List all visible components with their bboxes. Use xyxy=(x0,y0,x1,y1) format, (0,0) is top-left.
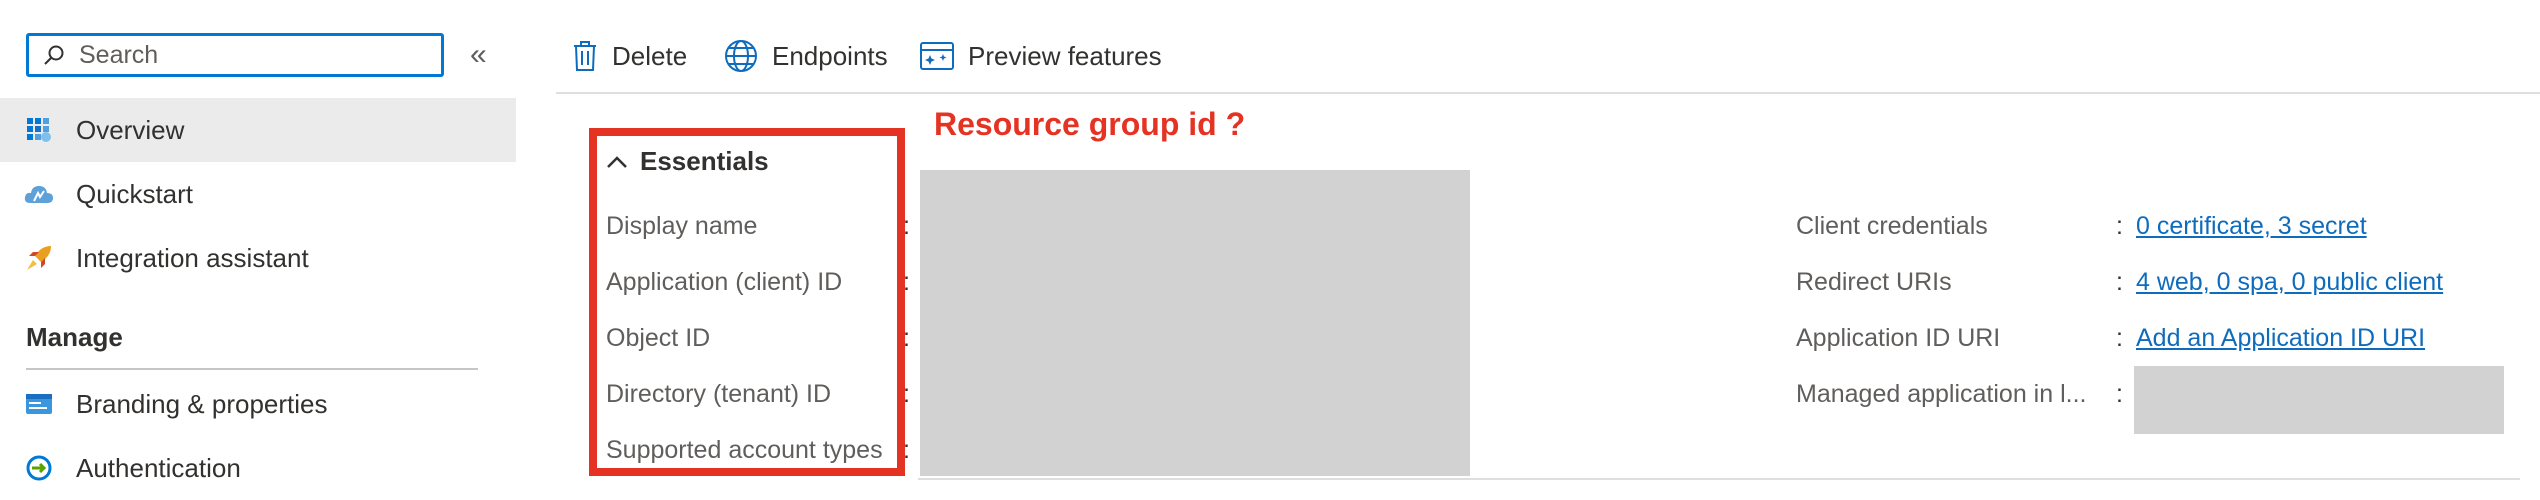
field-label-redirect-uris: Redirect URIs xyxy=(1796,268,1952,296)
field-label-app-id-uri: Application ID URI xyxy=(1796,324,2001,352)
sidebar-item-label: Integration assistant xyxy=(76,242,309,273)
essentials-bottom-divider xyxy=(918,478,2520,480)
annotation-text: Resource group id ? xyxy=(934,106,1246,142)
search-box[interactable] xyxy=(26,33,444,77)
field-colon: : xyxy=(2116,380,2123,408)
search-input[interactable] xyxy=(77,39,421,71)
globe-icon xyxy=(725,40,757,72)
collapse-sidebar-button[interactable]: « xyxy=(470,40,487,70)
sidebar: « Overview Quickstart xyxy=(0,0,516,494)
field-label-client-credentials: Client credentials xyxy=(1796,212,1988,240)
cloud-icon xyxy=(24,179,54,209)
search-icon xyxy=(44,45,64,65)
delete-button[interactable]: Delete xyxy=(572,36,687,76)
field-label-managed-app: Managed application in l... xyxy=(1796,380,2087,408)
overview-grid-icon xyxy=(24,115,54,145)
authentication-icon xyxy=(24,453,54,483)
preview-features-label: Preview features xyxy=(968,40,1162,71)
client-credentials-link[interactable]: 0 certificate, 3 secret xyxy=(2136,212,2367,241)
sidebar-item-integration-assistant[interactable]: Integration assistant xyxy=(0,226,516,290)
endpoints-label: Endpoints xyxy=(772,40,888,71)
sidebar-item-label: Branding & properties xyxy=(76,388,328,419)
sidebar-item-label: Quickstart xyxy=(76,178,194,209)
trash-icon xyxy=(574,41,596,71)
sidebar-item-label: Authentication xyxy=(76,452,241,483)
endpoints-button[interactable]: Endpoints xyxy=(724,36,888,76)
add-app-id-uri-link[interactable]: Add an Application ID URI xyxy=(2136,324,2425,353)
sidebar-item-overview[interactable]: Overview xyxy=(0,98,516,162)
field-colon: : xyxy=(2116,212,2123,240)
rocket-icon xyxy=(24,243,54,273)
manage-section-heading: Manage xyxy=(26,322,123,352)
redacted-managed-app-value xyxy=(2134,366,2504,434)
redacted-values xyxy=(920,170,1470,476)
preview-features-button[interactable]: Preview features xyxy=(920,36,1162,76)
branding-icon xyxy=(24,389,54,419)
field-colon: : xyxy=(2116,324,2123,352)
toolbar-divider xyxy=(556,92,2540,94)
sidebar-item-quickstart[interactable]: Quickstart xyxy=(0,162,516,226)
sidebar-item-label: Overview xyxy=(76,114,185,145)
redirect-uris-link[interactable]: 4 web, 0 spa, 0 public client xyxy=(2136,268,2443,297)
sidebar-item-authentication[interactable]: Authentication xyxy=(0,436,516,500)
delete-label: Delete xyxy=(612,40,688,71)
preview-features-icon xyxy=(920,42,954,70)
field-colon: : xyxy=(2116,268,2123,296)
section-divider xyxy=(26,368,478,370)
sidebar-item-branding[interactable]: Branding & properties xyxy=(0,372,516,436)
annotation-highlight-box xyxy=(589,128,905,476)
